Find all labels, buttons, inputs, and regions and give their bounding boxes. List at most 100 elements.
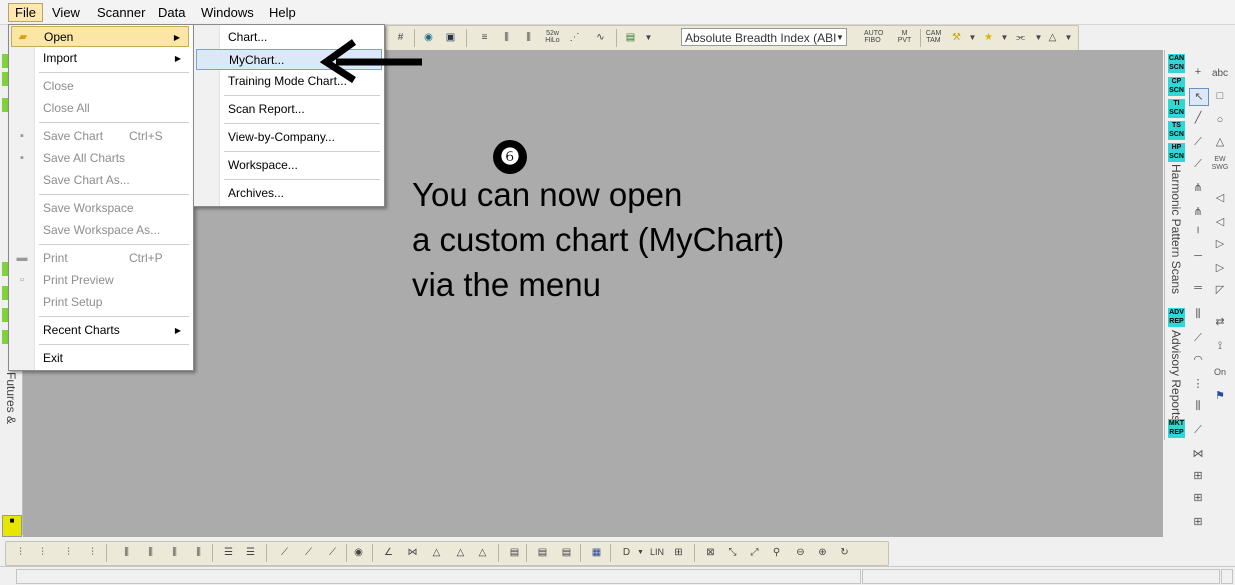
refresh-icon[interactable]: ↻ <box>836 545 853 560</box>
scan-icon[interactable]: ▦ <box>588 545 605 560</box>
52w-hilo-icon[interactable]: 52w HiLo <box>544 30 561 45</box>
list-icon[interactable]: ☰ <box>242 545 259 560</box>
symbol-select[interactable]: Absolute Breadth Index (ABI ▼ <box>681 28 847 46</box>
report-tile-adv[interactable]: ADV REP <box>1168 308 1185 327</box>
cam-tam-icon[interactable]: CAM TAM <box>925 30 942 45</box>
submenu-item-archives[interactable]: Archives... <box>196 183 382 204</box>
fan-icon[interactable]: ⟋ <box>324 545 341 560</box>
menu-item-open[interactable]: ▰ Open ▶ <box>11 26 189 47</box>
fork-icon[interactable]: ⋔ <box>1189 180 1207 196</box>
triangle-icon[interactable]: △ <box>428 545 445 560</box>
ratio-icon[interactable]: ⇄ <box>1211 314 1229 330</box>
scan-tile-cp[interactable]: CP SCN <box>1168 77 1185 96</box>
bars-icon[interactable]: ⫼ <box>1189 398 1207 414</box>
menu-file[interactable]: File <box>8 3 43 22</box>
chevron-down-icon[interactable]: ▼ <box>1060 30 1077 45</box>
scan-tile-ti[interactable]: TI SCN <box>1168 99 1185 118</box>
menu-item-save-chart[interactable]: ▪ Save Chart Ctrl+S <box>11 126 189 147</box>
angle-icon[interactable]: ∠ <box>380 545 397 560</box>
triangle-icon[interactable]: △ <box>1211 134 1229 150</box>
fit-icon[interactable]: ⊠ <box>702 545 719 560</box>
gann-icon[interactable]: ⫼ <box>1189 306 1207 322</box>
pattern-icon[interactable]: ⋈ <box>404 545 421 560</box>
fan-icon[interactable]: ⟋ <box>1189 330 1207 346</box>
report-tile-mkt[interactable]: MKT REP <box>1168 419 1185 438</box>
count-icon[interactable]: ⫶ <box>12 545 29 560</box>
equalize-icon[interactable]: ≡ <box>476 30 493 45</box>
vertical-line-icon[interactable]: ╵ <box>1189 226 1207 242</box>
chevron-down-icon[interactable]: ▼ <box>640 30 657 45</box>
menu-help[interactable]: Help <box>263 4 302 21</box>
cycle-icon[interactable]: ⋮ <box>1189 376 1207 392</box>
menu-item-close[interactable]: Close <box>11 76 189 97</box>
fan-icon[interactable]: ⟋ <box>300 545 317 560</box>
grid-icon[interactable]: ⊞ <box>1189 490 1207 506</box>
crosshair-icon[interactable]: + <box>1189 64 1207 80</box>
grid-icon[interactable]: ⊞ <box>1189 468 1207 484</box>
grid-icon[interactable]: ⊞ <box>670 545 687 560</box>
menu-item-print-preview[interactable]: ▫ Print Preview <box>11 270 189 291</box>
menu-item-import[interactable]: Import ▶ <box>11 48 189 69</box>
menu-view[interactable]: View <box>46 4 86 21</box>
on-toggle[interactable]: On <box>1211 364 1229 380</box>
star-icon[interactable]: ★ <box>980 30 997 45</box>
triangle-icon[interactable]: △ <box>1044 30 1061 45</box>
ellipse-icon[interactable]: ○ <box>1211 112 1229 128</box>
hammer-icon[interactable]: ⚒ <box>948 30 965 45</box>
chevron-down-icon[interactable]: ▼ <box>964 30 981 45</box>
arc-icon[interactable]: ◠ <box>1189 352 1207 368</box>
count-icon[interactable]: ⫶ <box>60 545 77 560</box>
submenu-item-workspace[interactable]: Workspace... <box>196 155 382 176</box>
menu-item-save-workspace-as[interactable]: Save Workspace As... <box>11 220 189 241</box>
bars-icon[interactable]: ⫼ <box>118 545 135 560</box>
linear-scale-button[interactable]: LIN <box>646 545 668 560</box>
menu-windows[interactable]: Windows <box>195 4 260 21</box>
pattern-icon[interactable]: ◸ <box>1211 282 1229 298</box>
chevron-down-icon[interactable]: ▼ <box>996 30 1013 45</box>
expand-icon[interactable]: ⤢ <box>746 545 763 560</box>
line-icon[interactable]: ╱ <box>1189 110 1207 126</box>
count-icon[interactable]: ⫶ <box>84 545 101 560</box>
pattern-icon[interactable]: ◁ <box>1211 190 1229 206</box>
scan-tile-ts[interactable]: TS SCN <box>1168 121 1185 140</box>
menu-item-save-workspace[interactable]: Save Workspace <box>11 198 189 219</box>
circle-icon[interactable]: ◉ <box>350 545 367 560</box>
submenu-item-view-by-company[interactable]: View-by-Company... <box>196 127 382 148</box>
pattern-icon[interactable]: ▷ <box>1211 260 1229 276</box>
trendline-icon[interactable]: ⟋ <box>276 545 293 560</box>
bar-chart-icon[interactable]: ⫼ <box>520 30 537 45</box>
trend-icon[interactable]: ⋰ <box>566 30 583 45</box>
window-icon[interactable]: ▣ <box>442 30 459 45</box>
pattern-icon[interactable]: ◁ <box>1211 214 1229 230</box>
pattern-icon[interactable]: ⋈ <box>1189 446 1207 462</box>
zoom-in-icon[interactable]: ⊕ <box>814 545 831 560</box>
trendline-icon[interactable]: ⟋ <box>1189 134 1207 150</box>
bar-chart-icon[interactable]: ⫼ <box>498 30 515 45</box>
ma-icon[interactable]: ∿ <box>592 30 609 45</box>
menu-scanner[interactable]: Scanner <box>91 4 151 21</box>
fan-icon[interactable]: ⟋ <box>1189 422 1207 438</box>
list-icon[interactable]: ☰ <box>220 545 237 560</box>
scan-tile-hp[interactable]: HP SCN <box>1168 143 1185 162</box>
fork-icon[interactable]: ⋔ <box>1189 204 1207 220</box>
trendline-icon[interactable]: ⟋ <box>1189 156 1207 172</box>
document-icon[interactable]: ▤ <box>558 545 575 560</box>
bars-icon[interactable]: ⫼ <box>166 545 183 560</box>
elliott-wave-tool[interactable]: EW SWG <box>1211 156 1229 172</box>
count-icon[interactable]: ⫶ <box>34 545 51 560</box>
triangle-icon[interactable]: △ <box>474 545 491 560</box>
menu-data[interactable]: Data <box>152 4 191 21</box>
harmonic-pattern-scans-tab[interactable]: Harmonic Pattern Scans <box>1167 164 1185 304</box>
advisory-reports-tab[interactable]: Advisory Reports <box>1167 330 1185 430</box>
horizontal-line-icon[interactable]: ─ <box>1189 248 1207 264</box>
pointer-icon[interactable]: ↖ <box>1189 88 1209 106</box>
menu-item-save-all-charts[interactable]: ▪ Save All Charts <box>11 148 189 169</box>
triangle-icon[interactable]: △ <box>452 545 469 560</box>
resize-grip[interactable] <box>1221 569 1233 584</box>
zigzag-icon[interactable]: ⟟ <box>1211 338 1229 354</box>
bars-icon[interactable]: ⫼ <box>142 545 159 560</box>
auto-fibo-icon[interactable]: AUTO FIBO <box>864 30 883 45</box>
menu-item-save-chart-as[interactable]: Save Chart As... <box>11 170 189 191</box>
scan-icon[interactable]: ■ <box>2 515 22 537</box>
chart-style-icon[interactable]: ▤ <box>622 30 639 45</box>
